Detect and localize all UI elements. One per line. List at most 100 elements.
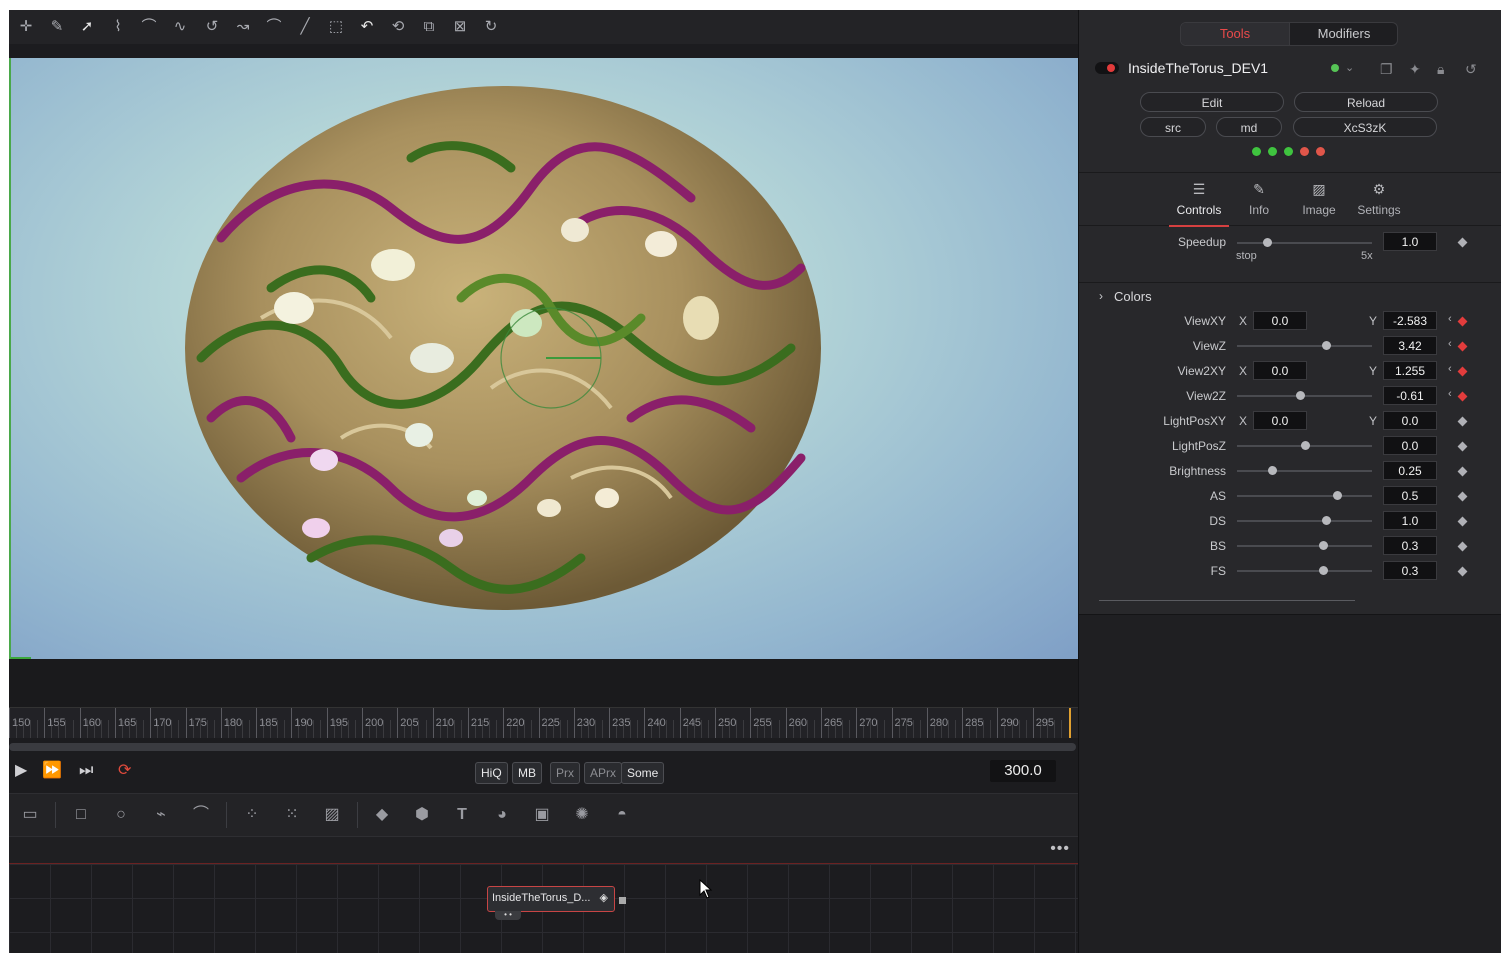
- reload-button[interactable]: Reload: [1294, 92, 1438, 112]
- line-icon[interactable]: ╱: [296, 18, 314, 36]
- slider-knob[interactable]: [1322, 341, 1332, 350]
- colors-section[interactable]: › Colors: [1079, 282, 1501, 307]
- src-button[interactable]: src: [1140, 117, 1206, 137]
- keyframe-icon[interactable]: [1457, 366, 1468, 377]
- select-add-icon[interactable]: ➚: [78, 18, 96, 36]
- pen-icon[interactable]: ↝: [234, 18, 252, 36]
- transform-icon[interactable]: ⧉: [420, 18, 438, 36]
- motion-blur-button[interactable]: MB: [512, 762, 542, 784]
- curve-icon[interactable]: ⌒: [265, 18, 283, 36]
- keyframe-icon[interactable]: [1457, 341, 1468, 352]
- fs-field[interactable]: 0.3: [1383, 561, 1437, 580]
- speedup-slider[interactable]: [1237, 238, 1372, 247]
- merge-3d-icon[interactable]: ◕: [491, 806, 513, 824]
- selective-update-button[interactable]: Some: [621, 762, 665, 784]
- keyframe-icon[interactable]: [1457, 237, 1468, 248]
- keyframe-icon[interactable]: [1457, 491, 1468, 502]
- node-output-port[interactable]: [619, 897, 626, 904]
- ds-field[interactable]: 1.0: [1383, 511, 1437, 530]
- keyframe-icon[interactable]: [1457, 516, 1468, 527]
- polyline-icon[interactable]: ∿: [171, 18, 189, 36]
- renderer-3d-icon[interactable]: ◓: [611, 806, 633, 824]
- undo-path-icon[interactable]: ↶: [358, 18, 376, 36]
- timeline-ruler[interactable]: 150 155 160 165 170 175 180 185 190 195 200 205 210 2…: [9, 707, 1078, 738]
- skip-end-icon[interactable]: ⏭: [79, 761, 93, 781]
- bspline-icon[interactable]: ⌇: [109, 18, 127, 36]
- view2xy-x-field[interactable]: 0.0: [1253, 361, 1307, 380]
- play-icon[interactable]: ▶: [15, 761, 27, 781]
- box-select-icon[interactable]: ⬚: [327, 18, 345, 36]
- playhead[interactable]: [1069, 708, 1071, 738]
- camera-3d-icon[interactable]: ▣: [531, 806, 553, 824]
- lightposxy-x-field[interactable]: 0.0: [1253, 411, 1307, 430]
- lightposz-field[interactable]: 0.0: [1383, 436, 1437, 455]
- lightposz-slider[interactable]: [1237, 441, 1372, 450]
- rotate-icon[interactable]: ⟲: [389, 18, 407, 36]
- background-icon[interactable]: ▭: [19, 806, 41, 824]
- more-options-icon[interactable]: •••: [1050, 840, 1070, 858]
- fuse-node[interactable]: InsideTheTorus_D... ◈: [487, 886, 615, 912]
- fast-forward-icon[interactable]: ⏩: [42, 761, 62, 781]
- lasso-icon[interactable]: ↺: [203, 18, 221, 36]
- keyframe-icon[interactable]: [1457, 391, 1468, 402]
- current-frame-field[interactable]: 300.0: [990, 760, 1056, 782]
- keyframe-icon[interactable]: [1457, 316, 1468, 327]
- rectangle-mask-icon[interactable]: □: [70, 806, 92, 824]
- slider-knob[interactable]: [1296, 391, 1306, 400]
- timeline-scrubber[interactable]: [9, 743, 1076, 751]
- pencil-icon[interactable]: ✎: [48, 18, 66, 36]
- tab-info[interactable]: ✎ Info: [1229, 173, 1289, 225]
- keyframe-icon[interactable]: [1457, 566, 1468, 577]
- keyframe-icon[interactable]: [1457, 466, 1468, 477]
- keyframe-prev-icon[interactable]: ‹: [1448, 313, 1452, 325]
- keyframe-icon[interactable]: [1457, 541, 1468, 552]
- close-box-icon[interactable]: ⊠: [451, 18, 469, 36]
- auto-proxy-button[interactable]: APrx: [584, 762, 623, 784]
- light-3d-icon[interactable]: ✺: [571, 806, 593, 824]
- reset-icon[interactable]: ↻: [482, 18, 500, 36]
- slider-knob[interactable]: [1319, 566, 1329, 575]
- as-slider[interactable]: [1237, 491, 1372, 500]
- brightness-field[interactable]: 0.25: [1383, 461, 1437, 480]
- tab-modifiers[interactable]: Modifiers: [1289, 23, 1397, 45]
- keyframe-icon[interactable]: [1457, 416, 1468, 427]
- loop-icon[interactable]: ⟳: [118, 761, 131, 781]
- node-input-port[interactable]: • •: [495, 911, 521, 920]
- image-plane-3d-icon[interactable]: ◆: [371, 806, 393, 824]
- proxy-button[interactable]: Prx: [550, 762, 580, 784]
- fs-slider[interactable]: [1237, 566, 1372, 575]
- slider-knob[interactable]: [1300, 441, 1310, 450]
- code-button[interactable]: XcS3zK: [1293, 117, 1437, 137]
- view2z-slider[interactable]: [1237, 391, 1372, 400]
- reset-icon[interactable]: ↺: [1465, 61, 1477, 78]
- tab-image[interactable]: ▨ Image: [1289, 173, 1349, 225]
- tab-controls[interactable]: ☰ Controls: [1169, 173, 1229, 227]
- bezier-icon[interactable]: ⌒: [140, 18, 158, 36]
- md-button[interactable]: md: [1216, 117, 1282, 137]
- ellipse-mask-icon[interactable]: ○: [110, 806, 132, 824]
- text-3d-icon[interactable]: T: [451, 806, 473, 824]
- tab-settings[interactable]: ⚙ Settings: [1349, 173, 1409, 225]
- node-editor[interactable]: InsideTheTorus_D... ◈ • •: [9, 864, 1078, 953]
- pin-icon[interactable]: ✦: [1409, 61, 1421, 78]
- keyframe-prev-icon[interactable]: ‹: [1448, 338, 1452, 350]
- particle-emitter-icon[interactable]: ⁘: [241, 806, 263, 824]
- bs-field[interactable]: 0.3: [1383, 536, 1437, 555]
- viewxy-x-field[interactable]: 0.0: [1253, 311, 1307, 330]
- slider-knob[interactable]: [1319, 541, 1329, 550]
- edit-button[interactable]: Edit: [1140, 92, 1284, 112]
- slider-knob[interactable]: [1332, 491, 1342, 500]
- add-point-icon[interactable]: ✛: [17, 18, 35, 36]
- keyframe-icon[interactable]: [1457, 441, 1468, 452]
- versions-icon[interactable]: ❐: [1380, 61, 1393, 78]
- chevron-down-icon[interactable]: ⌄: [1345, 61, 1354, 74]
- brightness-slider[interactable]: [1237, 466, 1372, 475]
- keyframe-prev-icon[interactable]: ‹: [1448, 388, 1452, 400]
- shape-3d-icon[interactable]: ⬢: [411, 806, 433, 824]
- viewer[interactable]: [9, 58, 1078, 659]
- viewxy-y-field[interactable]: -2.583: [1383, 311, 1437, 330]
- speedup-value[interactable]: 1.0: [1383, 232, 1437, 251]
- slider-knob[interactable]: [1322, 516, 1332, 525]
- keyframe-prev-icon[interactable]: ‹: [1448, 363, 1452, 375]
- bs-slider[interactable]: [1237, 541, 1372, 550]
